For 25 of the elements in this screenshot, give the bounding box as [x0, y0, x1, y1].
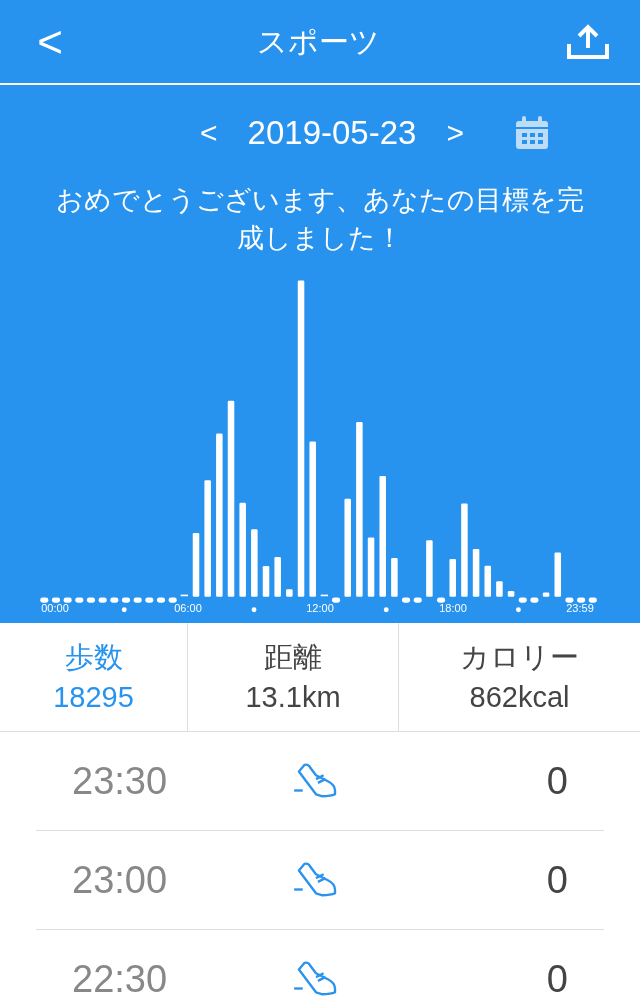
next-day-button[interactable]: > [446, 118, 464, 148]
date-label: 2019-05-23 [247, 113, 417, 154]
share-icon[interactable] [566, 23, 610, 60]
back-button[interactable]: < [30, 19, 70, 64]
stat-tab[interactable]: 距離 13.1km [187, 623, 398, 731]
calendar-icon[interactable] [513, 115, 550, 151]
record-time: 23:30 [71, 758, 169, 804]
record-time: 22:30 [71, 956, 169, 1002]
previous-day-button[interactable]: < [200, 118, 218, 148]
shoe-icon [293, 861, 339, 899]
goal-message: おめでとうございます、あなたの目標を完成しました！ [55, 184, 585, 255]
page-title: スポーツ [256, 24, 380, 60]
axis-label: 12:00 [306, 603, 334, 614]
record-steps: 0 [406, 851, 604, 909]
axis-label: 18:00 [439, 603, 467, 614]
record-time: 23:00 [71, 857, 169, 903]
axis-label: 23:59 [566, 603, 594, 614]
record-steps: 0 [406, 950, 604, 1006]
shoe-icon [293, 960, 339, 998]
stat-tab[interactable]: 歩数 18295 [0, 623, 187, 731]
record-steps: 0 [406, 752, 604, 810]
shoe-icon [293, 762, 339, 800]
axis-label: 00:00 [41, 603, 69, 614]
stat-tab[interactable]: カロリー 862kcal [398, 623, 640, 731]
axis-label: 06:00 [174, 603, 202, 614]
